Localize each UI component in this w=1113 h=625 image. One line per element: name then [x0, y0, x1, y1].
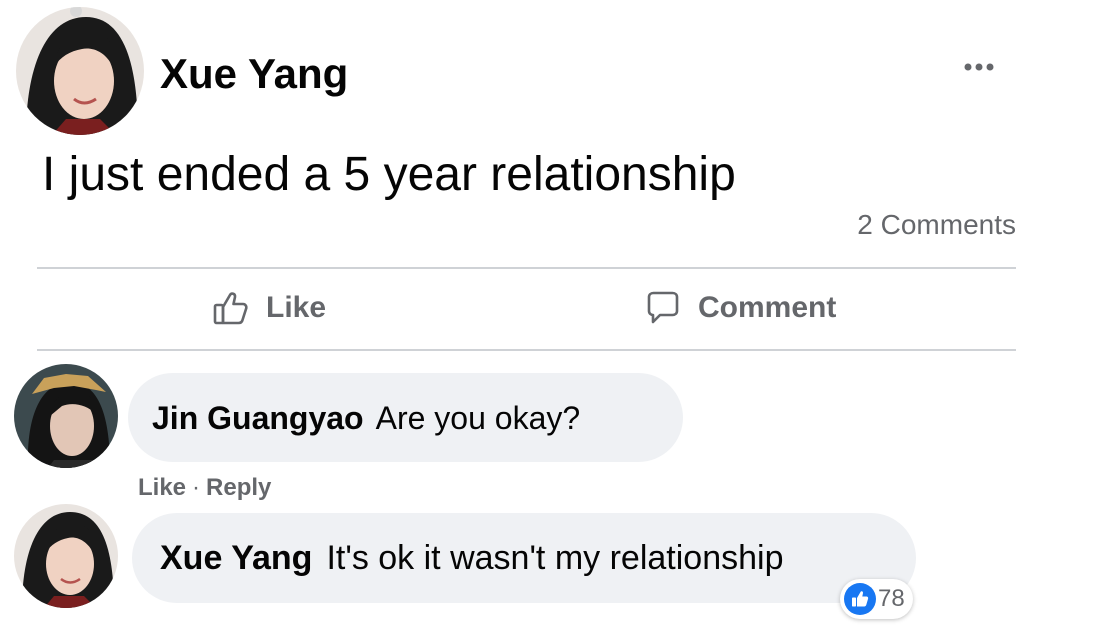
- like-label: Like: [266, 291, 327, 324]
- comment-bubble-icon: [644, 289, 682, 327]
- post-author-avatar[interactable]: [16, 7, 144, 135]
- comment-author[interactable]: Xue Yang: [160, 538, 312, 578]
- comment-text: Are you okay?: [375, 399, 581, 436]
- separator: ·: [192, 474, 201, 501]
- reaction-count: 78: [878, 585, 905, 612]
- commenter-avatar[interactable]: [14, 504, 118, 608]
- comments-count-link[interactable]: 2 Comments: [857, 208, 1016, 242]
- comment-bubble: Jin Guangyao Are you okay?: [128, 373, 683, 462]
- post-author-name[interactable]: Xue Yang: [160, 48, 348, 100]
- post-text: I just ended a 5 year relationship: [42, 148, 736, 201]
- divider: [37, 267, 1016, 269]
- comment-label: Comment: [698, 291, 837, 324]
- comment-reply-link[interactable]: Reply: [206, 474, 271, 502]
- comment-button[interactable]: Comment: [644, 284, 836, 332]
- thumbs-up-icon: [212, 289, 250, 327]
- comment-text: It's ok it wasn't my relationship: [326, 539, 784, 577]
- reaction-summary[interactable]: 78: [840, 579, 913, 619]
- more-options-icon[interactable]: [962, 58, 1000, 76]
- like-reaction-icon: [844, 583, 876, 615]
- divider: [37, 349, 1016, 351]
- commenter-avatar[interactable]: [14, 364, 118, 468]
- comment-like-link[interactable]: Like: [138, 474, 186, 502]
- comment-actions: Like · Reply: [138, 474, 271, 502]
- comment-author[interactable]: Jin Guangyao: [152, 398, 364, 438]
- like-button[interactable]: Like: [212, 284, 326, 332]
- comment-bubble: Xue Yang It's ok it wasn't my relationsh…: [132, 513, 916, 603]
